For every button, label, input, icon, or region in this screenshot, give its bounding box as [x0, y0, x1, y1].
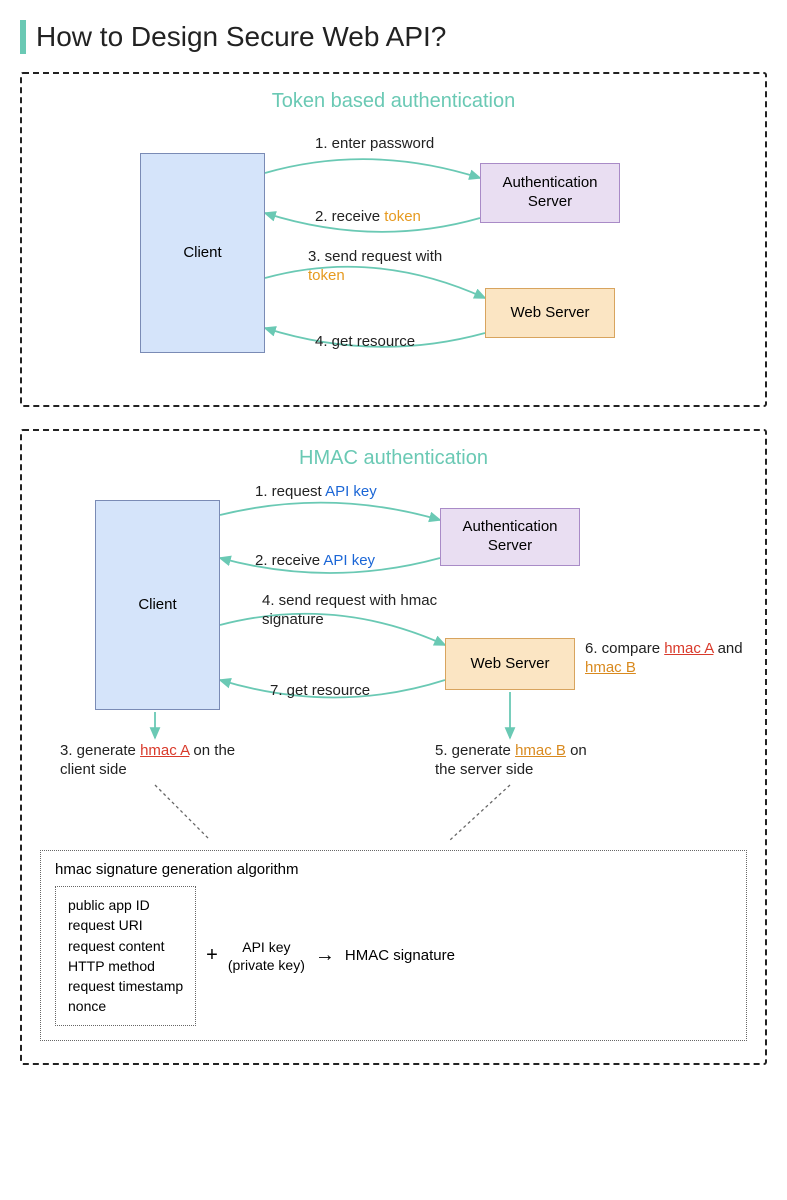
- step-h1: 1. request API key: [255, 483, 377, 502]
- diagram-hmac: Client Authentication Server Web Server …: [40, 480, 747, 820]
- panel-title-token: Token based authentication: [40, 90, 747, 113]
- box-auth-server: Authentication Server: [480, 163, 620, 223]
- panel-token-auth: Token based authentication Client Authen…: [20, 72, 767, 407]
- label-client: Client: [183, 244, 221, 263]
- step-h5: 5. generate hmac B on the server side: [435, 742, 610, 780]
- label-web-server: Web Server: [511, 304, 590, 323]
- box-client-hmac: Client: [95, 500, 220, 710]
- step-h3: 3. generate hmac A on the client side: [60, 742, 255, 780]
- label-auth-server: Authentication Server: [481, 174, 619, 212]
- label-client-hmac: Client: [138, 596, 176, 615]
- label-web-server-hmac: Web Server: [471, 655, 550, 674]
- box-web-server: Web Server: [485, 288, 615, 338]
- diagram-token: Client Authentication Server Web Server …: [40, 123, 747, 383]
- step-h4: 4. send request with hmac signature: [262, 592, 447, 630]
- panel-title-hmac: HMAC authentication: [40, 447, 747, 470]
- panel-hmac-auth: HMAC authentication Client: [20, 429, 767, 1065]
- page-title-row: How to Design Secure Web API?: [20, 20, 767, 54]
- step-h7: 7. get resource: [270, 682, 370, 701]
- step-1: 1. enter password: [315, 135, 434, 154]
- title-accent-bar: [20, 20, 26, 54]
- algo-in-2: request URI: [68, 915, 183, 935]
- step-h2: 2. receive API key: [255, 552, 375, 571]
- algo-title: hmac signature generation algorithm: [55, 861, 732, 878]
- algo-key: API key (private key): [228, 938, 305, 974]
- algo-box: hmac signature generation algorithm publ…: [40, 850, 747, 1041]
- algo-in-4: HTTP method: [68, 956, 183, 976]
- algo-in-3: request content: [68, 936, 183, 956]
- algo-in-1: public app ID: [68, 895, 183, 915]
- algo-plus: +: [206, 944, 218, 967]
- algo-in-6: nonce: [68, 996, 183, 1016]
- step-h6: 6. compare hmac A and hmac B: [585, 640, 750, 678]
- label-auth-server-hmac: Authentication Server: [441, 518, 579, 556]
- box-client: Client: [140, 153, 265, 353]
- step-3: 3. send request with token: [308, 248, 478, 286]
- algo-inputs: public app ID request URI request conten…: [55, 886, 196, 1026]
- algo-row: public app ID request URI request conten…: [55, 886, 732, 1026]
- step-2: 2. receive token: [315, 208, 421, 227]
- step-4: 4. get resource: [315, 333, 415, 352]
- algo-output: HMAC signature: [345, 947, 455, 964]
- algo-in-5: request timestamp: [68, 976, 183, 996]
- box-web-server-hmac: Web Server: [445, 638, 575, 690]
- box-auth-server-hmac: Authentication Server: [440, 508, 580, 566]
- page-title: How to Design Secure Web API?: [36, 21, 446, 53]
- arrow-icon: →: [315, 944, 335, 967]
